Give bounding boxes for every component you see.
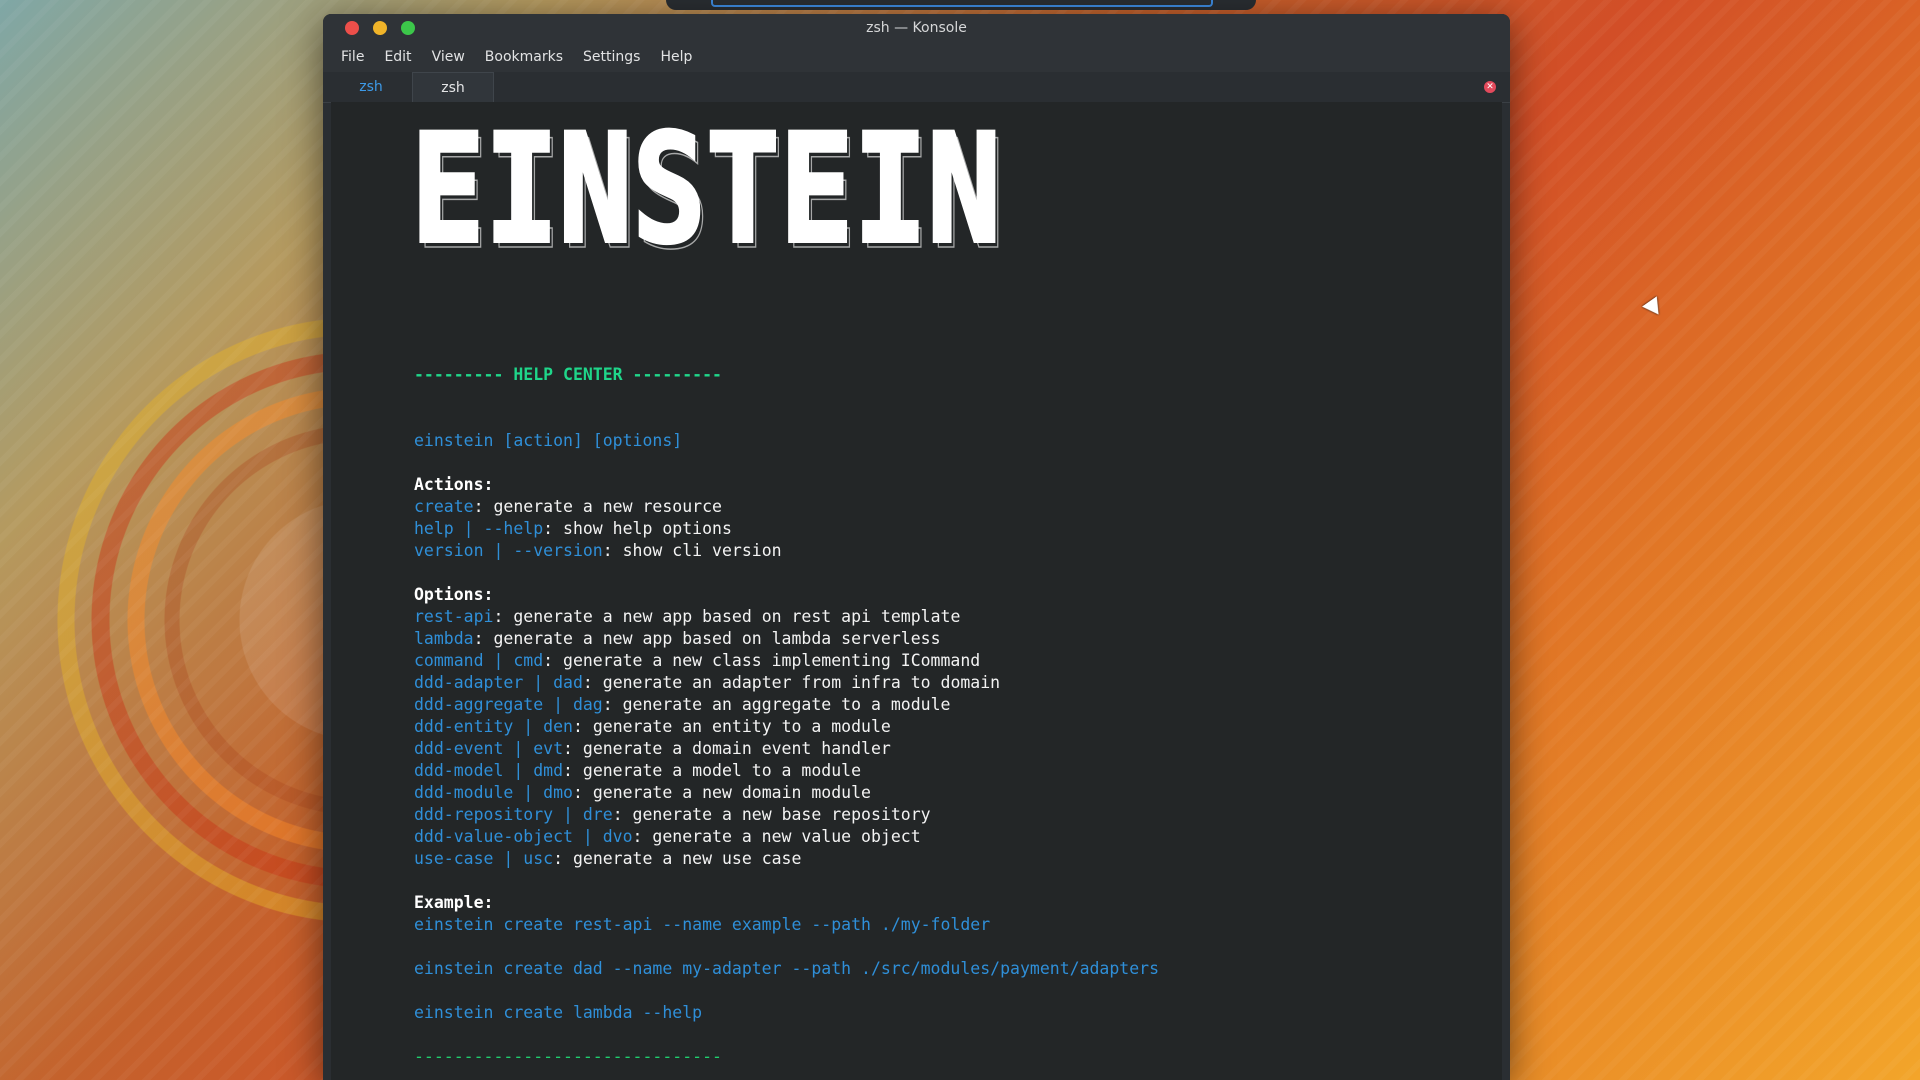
title-bar[interactable]: zsh — Konsole [323,14,1510,42]
option-command: ddd-model | dmd [414,761,564,780]
top-search-field[interactable] [711,0,1213,7]
action-command: version | --version [414,541,603,560]
option-command: ddd-entity | den [414,717,573,736]
example-title: Example: [414,893,494,912]
menu-view[interactable]: View [422,45,475,69]
tab-bar: zsh zsh ✕ [323,72,1510,103]
help-center-header: --------- HELP CENTER --------- [414,365,722,384]
action-command: create [414,497,474,516]
option-description: : generate a new value object [632,827,921,846]
option-command: ddd-event | evt [414,739,564,758]
ascii-logo: EINSTEIN EINSTEIN [409,101,1011,284]
option-line: use-case | usc: generate a new use case [414,848,1159,870]
help-content: --------- HELP CENTER --------- einstein… [414,364,1159,1068]
action-command: help | --help [414,519,544,538]
option-description: : generate a model to a module [563,761,862,780]
tab-zsh-1[interactable]: zsh [331,72,411,102]
konsole-window: zsh — Konsole File Edit View Bookmarks S… [323,14,1510,1080]
window-title: zsh — Konsole [866,20,967,36]
footer-line: ------------------------------- [414,1047,722,1066]
action-description: : generate a new resource [473,497,722,516]
close-tab-icon[interactable]: ✕ [1484,81,1496,93]
option-command: use-case | usc [414,849,554,868]
option-line: ddd-value-object | dvo: generate a new v… [414,826,1159,848]
option-line: command | cmd: generate a new class impl… [414,650,1159,672]
actions-list: create: generate a new resource help | --… [414,496,1159,562]
example-line: einstein create lambda --help [414,1003,703,1022]
top-search-panel[interactable] [666,0,1256,10]
option-line: ddd-adapter | dad: generate an adapter f… [414,672,1159,694]
option-line: rest-api: generate a new app based on re… [414,606,1159,628]
svg-text:EINSTEIN: EINSTEIN [415,123,1005,253]
option-description: : generate a new domain module [572,783,871,802]
action-line: create: generate a new resource [414,496,1159,518]
option-line: ddd-model | dmd: generate a model to a m… [414,760,1159,782]
option-line: lambda: generate a new app based on lamb… [414,628,1159,650]
option-command: ddd-adapter | dad [414,673,583,692]
menu-file[interactable]: File [331,45,374,69]
action-description: : show cli version [602,541,782,560]
option-command: lambda [414,629,474,648]
option-command: ddd-module | dmo [414,783,573,802]
option-description: : generate a new app based on rest api t… [493,607,961,626]
usage-line: einstein [action] [options] [414,431,683,450]
action-line: version | --version: show cli version [414,540,1159,562]
option-description: : generate a new base repository [612,805,931,824]
option-description: : generate an adapter from infra to doma… [582,673,1001,692]
options-title: Options: [414,585,494,604]
option-line: ddd-entity | den: generate an entity to … [414,716,1159,738]
menu-bookmarks[interactable]: Bookmarks [475,45,573,69]
options-list: rest-api: generate a new app based on re… [414,606,1159,870]
option-description: : generate a new use case [553,849,802,868]
mouse-cursor-icon [1642,296,1666,320]
action-description: : show help options [543,519,732,538]
menu-settings[interactable]: Settings [573,45,650,69]
menu-bar: File Edit View Bookmarks Settings Help [323,42,1510,72]
menu-help[interactable]: Help [650,45,702,69]
option-line: ddd-module | dmo: generate a new domain … [414,782,1159,804]
option-command: command | cmd [414,651,544,670]
terminal-output[interactable]: EINSTEIN EINSTEIN --------- HELP CENTER … [331,101,1502,1080]
tab-zsh-2[interactable]: zsh [412,72,494,103]
option-description: : generate a new class implementing ICom… [543,651,981,670]
action-line: help | --help: show help options [414,518,1159,540]
option-command: ddd-repository | dre [414,805,613,824]
option-command: ddd-value-object | dvo [414,827,633,846]
actions-title: Actions: [414,475,494,494]
option-line: ddd-event | evt: generate a domain event… [414,738,1159,760]
option-description: : generate an aggregate to a module [602,695,951,714]
option-line: ddd-aggregate | dag: generate an aggrega… [414,694,1159,716]
example-line: einstein create dad --name my-adapter --… [414,959,1160,978]
option-command: ddd-aggregate | dag [414,695,603,714]
example-line: einstein create rest-api --name example … [414,915,991,934]
option-description: : generate an entity to a module [572,717,891,736]
option-description: : generate a domain event handler [563,739,891,758]
option-line: ddd-repository | dre: generate a new bas… [414,804,1159,826]
option-command: rest-api [414,607,494,626]
option-description: : generate a new app based on lambda ser… [473,629,941,648]
menu-edit[interactable]: Edit [374,45,421,69]
